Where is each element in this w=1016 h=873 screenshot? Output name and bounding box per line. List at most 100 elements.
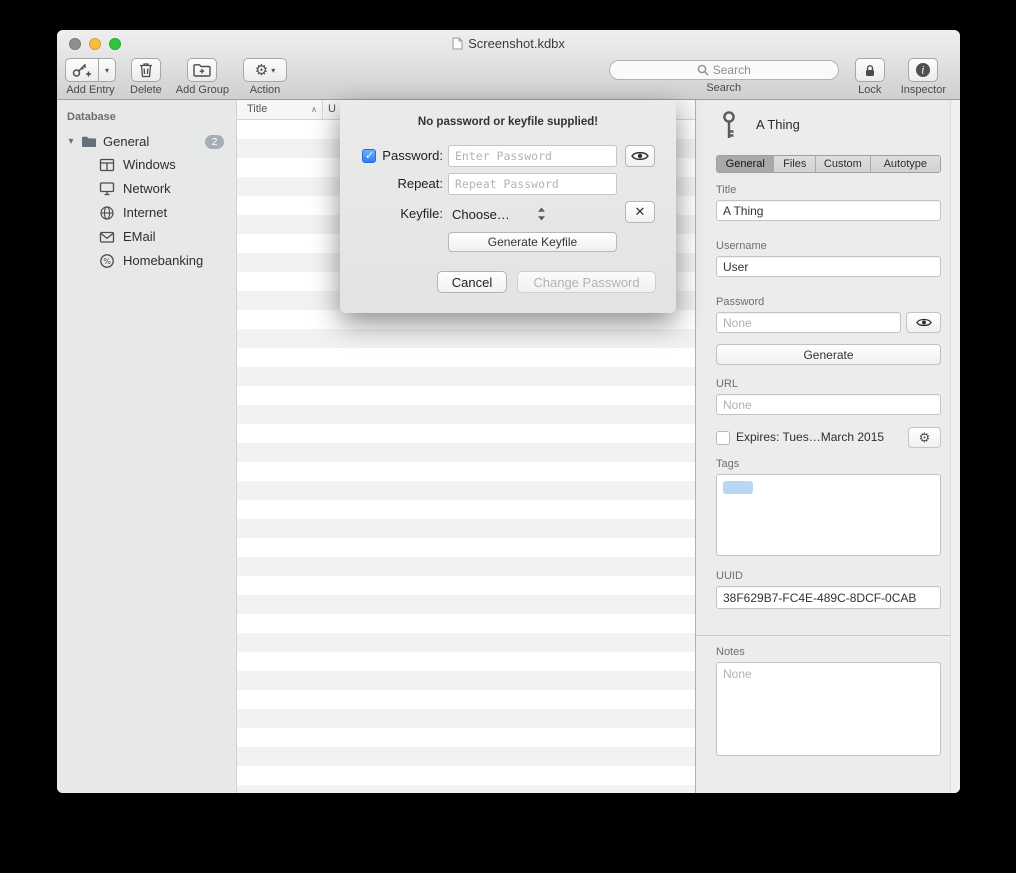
info-icon-button[interactable]: i	[908, 58, 938, 82]
tab-files[interactable]: Files	[773, 156, 815, 172]
delete-toolbar-item: Delete	[130, 58, 162, 96]
sidebar-item-network[interactable]: Network	[57, 177, 236, 200]
reveal-password-button[interactable]	[625, 145, 655, 167]
lock-button[interactable]	[855, 58, 885, 82]
repeat-input[interactable]	[448, 173, 617, 195]
add-group-button[interactable]	[187, 58, 217, 82]
expires-checkbox[interactable]	[716, 431, 730, 445]
repeat-label: Repeat:	[340, 173, 443, 195]
password-input[interactable]	[448, 145, 617, 167]
dialog-message: No password or keyfile supplied!	[340, 116, 676, 128]
url-label: URL	[716, 378, 738, 390]
action-toolbar-item: ⚙ ▾ Action	[243, 58, 287, 96]
sidebar: Database ▾ General 2 Windows	[57, 100, 237, 793]
tab-autotype[interactable]: Autotype	[870, 156, 940, 172]
disclosure-triangle-icon[interactable]: ▾	[63, 136, 79, 147]
password-field[interactable]	[716, 312, 901, 333]
sidebar-item-internet[interactable]: Internet	[57, 201, 236, 224]
cancel-button[interactable]: Cancel	[437, 271, 507, 293]
expires-label: Expires: Tues…March 2015	[736, 430, 884, 444]
entry-title: A Thing	[756, 117, 800, 132]
sidebar-item-label: Homebanking	[123, 253, 203, 268]
title-label: Title	[716, 184, 736, 196]
inspector-tabs: General Files Custom Autotype	[716, 155, 941, 173]
notes-field[interactable]	[716, 662, 941, 756]
sidebar-group-label: General	[103, 134, 149, 149]
uuid-field[interactable]	[716, 586, 941, 609]
gear-icon: ⚙	[255, 63, 268, 78]
username-label: Username	[716, 240, 767, 252]
toolbar: ▾ Add Entry Delete	[57, 57, 960, 100]
generate-password-button[interactable]: Generate	[716, 344, 941, 365]
info-icon: i	[915, 62, 931, 78]
reveal-password-button[interactable]	[906, 312, 941, 333]
sort-indicator-icon: ∧	[311, 100, 317, 119]
window-chrome: Screenshot.kdbx ▾ Add	[57, 30, 960, 100]
add-entry-dropdown-button[interactable]: ▾	[99, 58, 116, 82]
username-field[interactable]	[716, 256, 941, 277]
search-input[interactable]: Search	[609, 60, 839, 80]
password-label: Password	[716, 296, 764, 308]
inspector-panel: A Thing General Files Custom Autotype Ti…	[695, 100, 960, 793]
app-window: Screenshot.kdbx ▾ Add	[57, 30, 960, 793]
tags-label: Tags	[716, 458, 739, 470]
delete-label: Delete	[130, 84, 162, 96]
stepper-icon	[537, 206, 618, 222]
notes-label: Notes	[716, 646, 745, 658]
keyfile-popup[interactable]: Choose…	[448, 203, 617, 225]
tab-general[interactable]: General	[717, 156, 773, 172]
tags-field[interactable]	[716, 474, 941, 556]
sidebar-item-homebanking[interactable]: % Homebanking	[57, 249, 236, 272]
section-divider	[696, 635, 960, 636]
eye-icon	[631, 150, 649, 162]
action-label: Action	[250, 84, 281, 96]
svg-text:%: %	[103, 257, 111, 266]
clear-keyfile-button[interactable]: ✕	[625, 201, 655, 223]
expires-settings-button[interactable]: ⚙	[908, 427, 941, 448]
column-header-title[interactable]: Title ∧	[237, 100, 323, 119]
chevron-down-icon: ▾	[271, 66, 275, 75]
password-label: Password:	[340, 145, 443, 167]
lock-label: Lock	[858, 84, 881, 96]
chevron-down-icon: ▾	[105, 66, 109, 75]
globe-icon	[97, 205, 117, 221]
add-entry-toolbar-item: ▾ Add Entry	[65, 58, 116, 96]
sidebar-item-windows[interactable]: Windows	[57, 153, 236, 176]
column-title-label: Title	[247, 103, 267, 115]
document-icon	[452, 37, 463, 50]
add-entry-button[interactable]	[65, 58, 99, 82]
sidebar-item-label: EMail	[123, 229, 156, 244]
svg-text:i: i	[922, 66, 925, 77]
inspector-label: Inspector	[901, 84, 946, 96]
inspector-scrollbar[interactable]	[950, 100, 960, 793]
eye-icon	[916, 317, 932, 328]
sidebar-item-label: Windows	[123, 157, 176, 172]
tab-custom[interactable]: Custom	[815, 156, 870, 172]
action-button[interactable]: ⚙ ▾	[243, 58, 287, 82]
network-icon	[97, 181, 117, 197]
search-placeholder: Search	[713, 63, 751, 77]
sidebar-header: Database	[67, 111, 116, 123]
sidebar-group-general[interactable]: ▾ General 2	[57, 130, 236, 153]
delete-button[interactable]	[131, 58, 161, 82]
count-badge: 2	[205, 135, 224, 149]
folder-icon	[79, 136, 99, 148]
change-password-button[interactable]: Change Password	[517, 271, 656, 293]
keyfile-label: Keyfile:	[340, 203, 443, 225]
trash-icon	[139, 62, 153, 78]
title-field[interactable]	[716, 200, 941, 221]
key-plus-icon	[72, 62, 92, 78]
close-x-icon: ✕	[635, 204, 646, 220]
window-title: Screenshot.kdbx	[468, 36, 565, 51]
keyfile-value: Choose…	[452, 207, 533, 222]
search-icon	[697, 64, 709, 76]
url-field[interactable]	[716, 394, 941, 415]
uuid-label: UUID	[716, 570, 743, 582]
desktop-background: Screenshot.kdbx ▾ Add	[0, 0, 1016, 873]
tag-token[interactable]	[723, 481, 753, 494]
search-label: Search	[706, 82, 741, 94]
titlebar: Screenshot.kdbx	[57, 30, 960, 57]
password-dialog: No password or keyfile supplied! Passwor…	[340, 100, 676, 313]
generate-keyfile-button[interactable]: Generate Keyfile	[448, 232, 617, 252]
sidebar-item-email[interactable]: EMail	[57, 225, 236, 248]
